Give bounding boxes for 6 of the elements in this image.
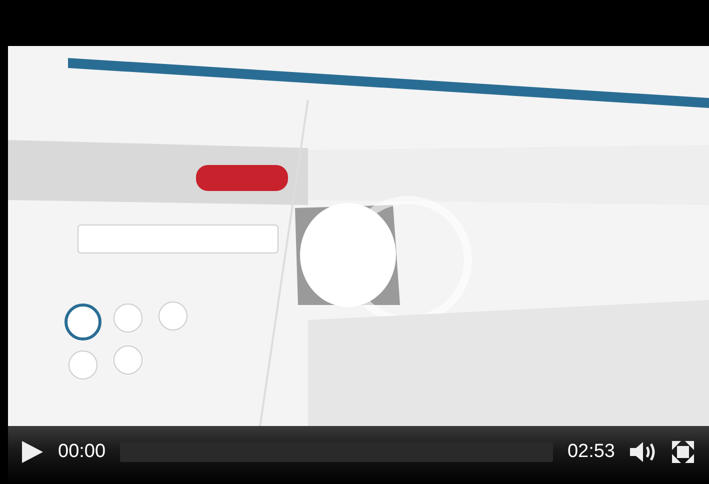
current-time: 00:00 bbox=[58, 441, 106, 463]
duration: 02:53 bbox=[567, 441, 615, 463]
fullscreen-button[interactable] bbox=[671, 440, 695, 464]
play-button[interactable] bbox=[20, 440, 44, 464]
speaker-icon bbox=[629, 440, 657, 464]
volume-button[interactable] bbox=[629, 440, 657, 464]
